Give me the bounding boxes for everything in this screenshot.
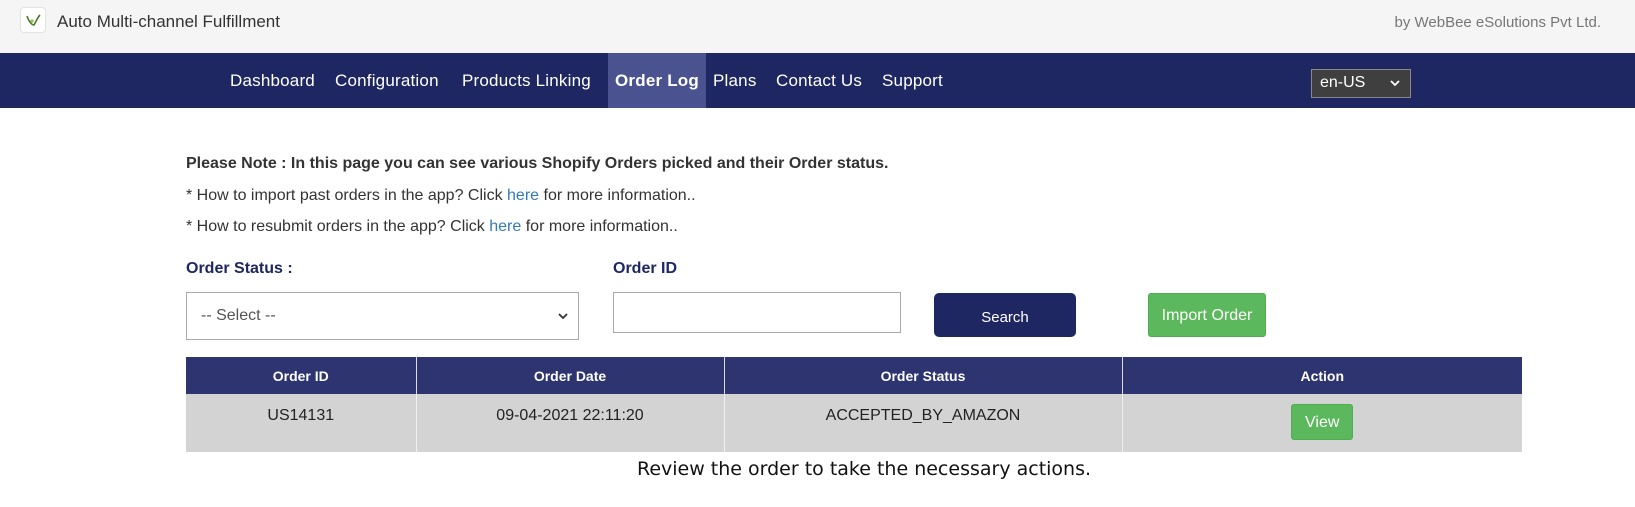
import-help-link[interactable]: here — [507, 187, 539, 204]
order-status-select[interactable]: -- Select -- — [186, 292, 579, 340]
language-value: en-US — [1320, 74, 1366, 91]
col-header-action: Action — [1122, 357, 1522, 394]
table-row: US14131 09-04-2021 22:11:20 ACCEPTED_BY_… — [186, 394, 1522, 452]
resubmit-help-suffix: for more information.. — [521, 218, 678, 235]
order-status-value: -- Select -- — [201, 307, 276, 324]
nav-products-linking[interactable]: Products Linking — [462, 53, 591, 108]
vendor-credit: by WebBee eSolutions Pvt Ltd. — [1394, 14, 1601, 31]
orders-table: Order ID Order Date Order Status Action … — [186, 357, 1522, 452]
search-button[interactable]: Search — [934, 293, 1076, 337]
view-order-button[interactable]: View — [1291, 404, 1354, 440]
review-hint: Review the order to take the necessary a… — [636, 458, 1092, 480]
order-id-input[interactable] — [613, 292, 901, 333]
nav-contact-us[interactable]: Contact Us — [776, 53, 862, 108]
nav-dashboard[interactable]: Dashboard — [230, 53, 315, 108]
cell-order-status: ACCEPTED_BY_AMAZON — [724, 394, 1123, 452]
col-header-order-status: Order Status — [724, 357, 1123, 394]
import-help-suffix: for more information.. — [539, 187, 696, 204]
chevron-down-icon — [556, 309, 570, 328]
resubmit-help-link[interactable]: here — [489, 218, 521, 235]
cell-action: View — [1122, 394, 1522, 452]
nav-configuration[interactable]: Configuration — [335, 53, 439, 108]
import-help-text: * How to import past orders in the app? … — [186, 187, 508, 204]
cell-order-id: US14131 — [186, 394, 417, 452]
table-header-row: Order ID Order Date Order Status Action — [186, 357, 1522, 394]
order-status-label: Order Status : — [186, 260, 293, 277]
nav-order-log[interactable]: Order Log — [608, 53, 706, 108]
nav-plans[interactable]: Plans — [713, 53, 757, 108]
resubmit-help-line: * How to resubmit orders in the app? Cli… — [186, 218, 678, 236]
col-header-order-date: Order Date — [416, 357, 725, 394]
import-order-button[interactable]: Import Order — [1148, 293, 1266, 337]
col-header-order-id: Order ID — [186, 357, 417, 394]
leaf-logo-icon — [20, 7, 46, 33]
chevron-down-icon — [1389, 76, 1401, 94]
nav-support[interactable]: Support — [882, 53, 943, 108]
top-header: Auto Multi-channel Fulfillment by WebBee… — [0, 0, 1635, 53]
cell-order-date: 09-04-2021 22:11:20 — [416, 394, 725, 452]
language-select[interactable]: en-US — [1311, 69, 1411, 98]
page-note: Please Note : In this page you can see v… — [186, 155, 889, 172]
import-help-line: * How to import past orders in the app? … — [186, 187, 696, 205]
resubmit-help-text: * How to resubmit orders in the app? Cli… — [186, 218, 490, 235]
order-id-label: Order ID — [613, 260, 678, 277]
app-title: Auto Multi-channel Fulfillment — [57, 12, 280, 31]
